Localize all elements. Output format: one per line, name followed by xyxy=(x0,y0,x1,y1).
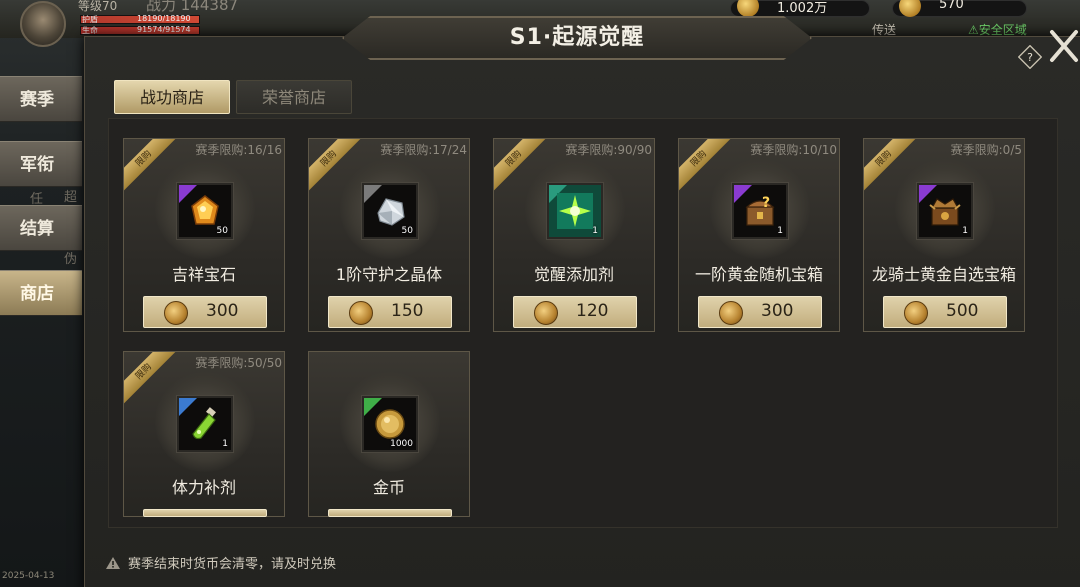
shop-item-card[interactable]: 限购 赛季限购:50/50 1 体力补剂 xyxy=(123,351,285,517)
purchase-limit: 赛季限购:17/24 xyxy=(380,143,467,157)
merit-coin-icon xyxy=(349,301,373,325)
mystery-chest-icon: ? xyxy=(745,195,775,226)
item-icon-frame[interactable]: 50 xyxy=(362,183,418,239)
side-tab-settlement[interactable]: 结算 xyxy=(0,205,82,251)
item-price: 150 xyxy=(391,301,424,321)
buy-button[interactable]: 120 xyxy=(513,296,637,328)
limited-ribbon: 限购 xyxy=(679,139,735,195)
shield-label: 护盾 xyxy=(82,15,98,24)
item-quantity: 1 xyxy=(777,226,783,236)
limited-ribbon: 限购 xyxy=(309,139,365,195)
currency-merit-box: 570 xyxy=(892,0,1027,17)
item-price: 300 xyxy=(206,301,239,321)
life-bar: 生命 91574/91574 xyxy=(80,25,200,35)
help-icon[interactable]: ? xyxy=(1018,45,1042,69)
side-tab-rank[interactable]: 军衔 xyxy=(0,141,82,187)
shop-item-card[interactable]: 1000 金币 xyxy=(308,351,470,517)
player-power: 战力 144387 xyxy=(146,0,239,14)
side-tab-season[interactable]: 赛季 xyxy=(0,76,82,122)
buy-button[interactable]: 150 xyxy=(328,296,452,328)
item-quantity: 1 xyxy=(962,226,968,236)
item-quantity: 50 xyxy=(401,226,413,236)
purchase-limit: 赛季限购:50/50 xyxy=(195,356,282,370)
shop-item-card[interactable]: 限购 赛季限购:10/10 ? 1 一阶黄金随机宝箱 300 xyxy=(678,138,840,332)
side-stub-3: 伪 xyxy=(64,252,78,267)
buy-button[interactable]: 500 xyxy=(883,296,1007,328)
shop-item-card[interactable]: 限购 赛季限购:16/16 50 吉祥宝石 300 xyxy=(123,138,285,332)
limited-ribbon: 限购 xyxy=(124,352,180,408)
warning-icon xyxy=(106,557,120,569)
potion-icon xyxy=(192,407,216,440)
item-icon-frame[interactable]: 50 xyxy=(177,183,233,239)
item-name: 龙骑士黄金自选宝箱 xyxy=(871,265,1016,284)
item-quantity: 1 xyxy=(592,226,598,236)
side-tab-shop[interactable]: 商店 xyxy=(0,270,82,316)
gold-nugget-icon xyxy=(737,0,759,17)
footer-note: 赛季结束时货币会清零，请及时兑换 xyxy=(106,553,336,572)
item-name: 金币 xyxy=(372,478,405,497)
currency-gold-amount: 1.002万 xyxy=(777,1,828,16)
crystal-icon xyxy=(377,198,405,226)
burst-icon xyxy=(557,193,593,229)
shield-bar: 护盾 18190/18190 xyxy=(80,14,200,24)
dragon-chest-icon xyxy=(929,198,961,226)
item-quantity: 1000 xyxy=(390,439,413,449)
merit-coin-icon xyxy=(719,301,743,325)
shop-item-card[interactable]: 限购 赛季限购:17/24 50 1阶守护之晶体 150 xyxy=(308,138,470,332)
currency-merit-amount: 570 xyxy=(939,0,964,12)
limited-ribbon: 限购 xyxy=(494,139,550,195)
item-name: 吉祥宝石 xyxy=(171,265,236,284)
date-stamp: 2025-04-13 xyxy=(2,571,55,581)
item-name: 觉醒添加剂 xyxy=(533,265,614,284)
close-icon[interactable] xyxy=(1048,26,1080,66)
purchase-limit: 赛季限购:90/90 xyxy=(565,143,652,157)
limited-ribbon: 限购 xyxy=(864,139,920,195)
shield-value: 18190/18190 xyxy=(137,14,191,23)
item-price: 500 xyxy=(946,301,979,321)
side-stub-2: 超 xyxy=(64,190,78,205)
item-price: 120 xyxy=(576,301,609,321)
merit-coin-icon xyxy=(164,301,188,325)
buy-button[interactable]: 300 xyxy=(698,296,822,328)
player-avatar[interactable] xyxy=(20,1,66,47)
buy-button[interactable] xyxy=(328,509,452,517)
footer-text: 赛季结束时货币会清零，请及时兑换 xyxy=(128,557,337,572)
merit-coin-icon xyxy=(904,301,928,325)
item-name: 体力补剂 xyxy=(171,478,236,497)
tab-merit-shop[interactable]: 战功商店 xyxy=(114,80,230,114)
item-name: 1阶守护之晶体 xyxy=(335,265,443,284)
svg-text:?: ? xyxy=(762,195,770,211)
purchase-limit: 赛季限购:16/16 xyxy=(195,143,282,157)
player-level: 等级70 xyxy=(78,0,118,13)
item-icon-frame[interactable]: 1000 xyxy=(362,396,418,452)
tab-honor-shop[interactable]: 荣誉商店 xyxy=(236,80,352,114)
merit-coin-icon xyxy=(534,301,558,325)
limited-ribbon: 限购 xyxy=(124,139,180,195)
item-price: 300 xyxy=(761,301,794,321)
svg-text:?: ? xyxy=(1027,51,1033,64)
purchase-limit: 赛季限购:10/10 xyxy=(750,143,837,157)
buy-button[interactable]: 300 xyxy=(143,296,267,328)
item-quantity: 1 xyxy=(222,439,228,449)
item-icon-frame[interactable]: 1 xyxy=(177,396,233,452)
item-icon-frame[interactable]: ? 1 xyxy=(732,183,788,239)
shop-item-card[interactable]: 限购 赛季限购:90/90 1 觉醒添加剂 120 xyxy=(493,138,655,332)
currency-gold-box: 1.002万 xyxy=(730,0,870,17)
shop-item-card[interactable]: 限购 赛季限购:0/5 1 龙骑士黄金自选宝箱 500 xyxy=(863,138,1025,332)
item-quantity: 50 xyxy=(216,226,228,236)
item-name: 一阶黄金随机宝箱 xyxy=(694,265,823,284)
life-label: 生命 xyxy=(82,26,98,35)
gold-coin-icon xyxy=(375,409,405,439)
buy-button[interactable] xyxy=(143,509,267,517)
purchase-limit: 赛季限购:0/5 xyxy=(950,143,1022,157)
panel-title: S1·起源觉醒 xyxy=(509,25,645,50)
gem-icon xyxy=(191,195,219,225)
item-icon-frame[interactable]: 1 xyxy=(917,183,973,239)
merit-coin-icon xyxy=(899,0,921,17)
life-value: 91574/91574 xyxy=(137,25,191,34)
item-icon-frame[interactable]: 1 xyxy=(547,183,603,239)
